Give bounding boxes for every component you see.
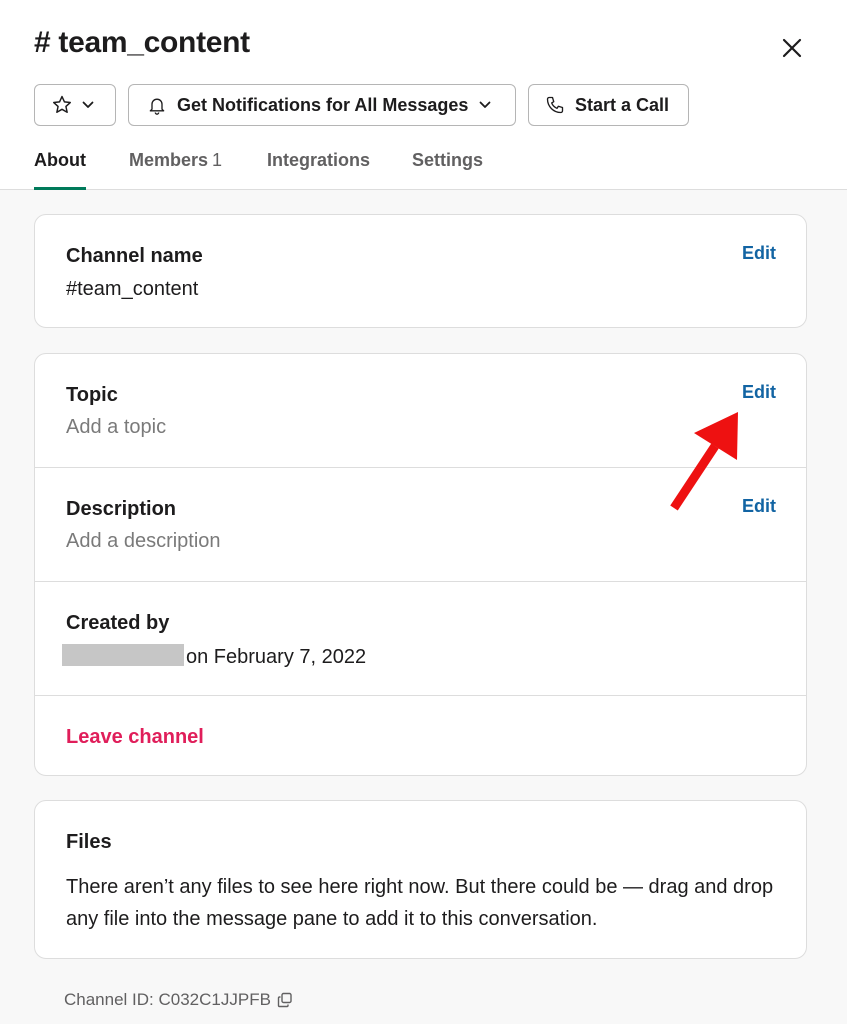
star-button[interactable]: [34, 84, 116, 126]
files-empty-message: There aren’t any files to see here right…: [66, 876, 774, 930]
close-icon: [782, 38, 802, 58]
start-call-button[interactable]: Start a Call: [528, 84, 689, 126]
topic-placeholder: Add a topic: [66, 416, 167, 438]
start-call-label: Start a Call: [575, 94, 670, 115]
channel-title: # team_content: [34, 26, 250, 59]
tab-members-label: Members: [129, 150, 209, 170]
channel-name-card: Channel name #team_content Edit: [34, 214, 807, 328]
close-button[interactable]: [774, 30, 810, 66]
created-by-value: on February 7, 2022: [62, 644, 367, 669]
notifications-dropdown[interactable]: Get Notifications for All Messages: [128, 84, 516, 126]
files-card: Files There aren’t any files to see here…: [34, 800, 807, 959]
channel-name-edit-link[interactable]: Edit: [742, 243, 776, 264]
tab-members[interactable]: Members 1: [129, 150, 222, 190]
channel-id-text: Channel ID: C032C1JJPFB: [64, 990, 271, 1009]
tab-about[interactable]: About: [34, 150, 86, 190]
channel-id: Channel ID: C032C1JJPFB: [64, 990, 293, 1010]
redacted-creator-name: [62, 644, 184, 666]
created-date: on February 7, 2022: [186, 646, 367, 668]
channel-name-row: Channel name #team_content Edit: [35, 215, 806, 327]
tab-settings[interactable]: Settings: [412, 150, 483, 190]
tab-settings-label: Settings: [412, 150, 484, 170]
channel-details-header: # team_content Get Notifications for All…: [0, 0, 847, 190]
star-icon: [53, 95, 71, 113]
channel-name-label: Channel name: [66, 245, 203, 267]
leave-channel-row: Leave channel: [35, 696, 806, 775]
created-by-row: Created by on February 7, 2022: [35, 582, 806, 696]
copy-icon[interactable]: [277, 992, 293, 1008]
tab-members-count: 1: [212, 150, 223, 170]
files-label: Files: [66, 831, 112, 853]
notifications-label: Get Notifications for All Messages: [177, 94, 469, 115]
channel-name-value: #team_content: [66, 278, 199, 300]
created-by-label: Created by: [66, 612, 170, 634]
tab-integrations-label: Integrations: [267, 150, 371, 170]
tab-integrations[interactable]: Integrations: [267, 150, 370, 190]
annotation-arrow-icon: [670, 412, 738, 511]
leave-channel-link[interactable]: Leave channel: [66, 726, 204, 749]
phone-icon: [546, 96, 564, 114]
description-label: Description: [66, 498, 177, 520]
chevron-down-icon: [480, 101, 491, 108]
topic-label: Topic: [66, 384, 118, 406]
description-placeholder: Add a description: [66, 530, 221, 552]
chevron-down-icon: [82, 101, 94, 108]
tab-about-label: About: [34, 150, 86, 170]
bell-icon: [149, 98, 165, 115]
